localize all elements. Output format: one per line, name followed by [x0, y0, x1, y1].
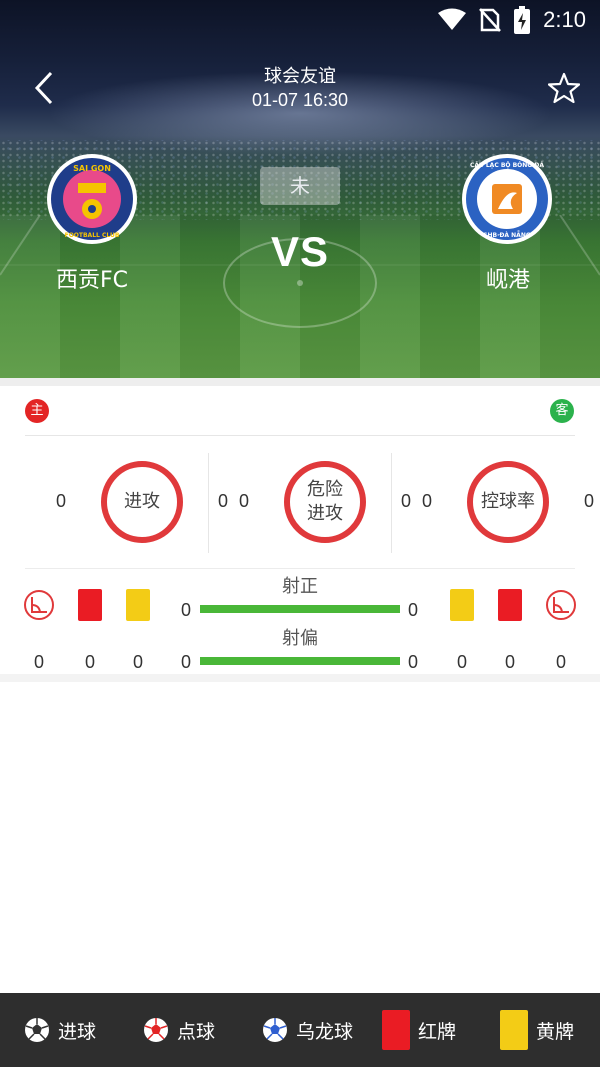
match-datetime: 01-07 16:30 [251, 90, 349, 110]
own-goal-ball-icon [263, 1018, 287, 1042]
stat-separator [208, 453, 209, 553]
legend-penalty: 点球 [143, 993, 215, 1067]
home-yellow-cards-count: 0 [132, 652, 143, 672]
red-card-icon [498, 589, 522, 621]
stat-ring: 危险 进攻 [284, 461, 366, 543]
stat-attack: 0 进攻 0 [50, 455, 234, 553]
match-state-badge: 未 [260, 167, 340, 205]
stat-label-line-2: 进攻 [307, 503, 343, 524]
section-divider [0, 674, 600, 682]
stat-ring: 进攻 [101, 461, 183, 543]
legend-yellow-card: 黄牌 [500, 993, 574, 1067]
home-tag: 主 [25, 399, 49, 423]
penalty-ball-icon [144, 1018, 168, 1042]
soccer-ball-icon [25, 1018, 49, 1042]
favorite-button[interactable] [542, 66, 586, 110]
away-team-name[interactable]: 岘港 [428, 262, 588, 294]
section-divider [0, 378, 600, 386]
stat-label-line-1: 危险 [307, 479, 343, 500]
wifi-icon [438, 8, 467, 30]
stat-home-value: 0 [55, 491, 66, 511]
competition-name: 球会友谊 [264, 66, 336, 87]
event-legend: 进球 点球 乌龙球 红牌 黄牌 [0, 993, 600, 1067]
stat-home-value: 0 [238, 491, 249, 511]
stat-home-value: 0 [421, 491, 432, 511]
stat-ring: 控球率 [467, 461, 549, 543]
red-card-icon [78, 589, 102, 621]
no-sim-icon [479, 8, 502, 32]
divider-line [25, 568, 575, 569]
shots-on-target-label: 射正 [282, 576, 318, 597]
clock: 2:10 [543, 7, 586, 32]
stat-label: 进攻 [124, 491, 160, 512]
match-header: 2:10 球会友谊 01-07 16:30 SAI GON FOOTBALL C… [0, 0, 600, 378]
shots-on-target-bar [200, 605, 400, 613]
legend-penalty-label: 点球 [177, 1020, 216, 1043]
away-corners-count: 0 [555, 652, 566, 672]
away-team-logo[interactable]: CÂU LẠC BỘ BÓNG ĐÁ SHB·ĐÀ NẴNG [461, 153, 553, 245]
shots-on-target-away: 0 [407, 600, 418, 620]
yellow-card-icon [500, 1010, 528, 1050]
corner-flag-icon [24, 590, 54, 620]
stat-away-value: 0 [583, 491, 594, 511]
shots-off-target-label: 射偏 [282, 628, 318, 649]
shots-off-target-away: 0 [407, 652, 418, 672]
away-red-cards-count: 0 [504, 652, 515, 672]
star-icon [548, 72, 580, 104]
stat-label: 控球率 [481, 491, 535, 512]
corner-flag-icon [546, 590, 576, 620]
shots-off-target-bar [200, 657, 400, 665]
battery-charging-icon [514, 6, 531, 34]
away-tag: 客 [550, 399, 574, 423]
divider-line [25, 435, 575, 436]
yellow-card-icon [450, 589, 474, 621]
shots-off-target-home: 0 [180, 652, 191, 672]
legend-red-card: 红牌 [382, 993, 456, 1067]
legend-own-goal: 乌龙球 [262, 993, 353, 1067]
home-logo-text-top: SAI GON [73, 164, 111, 173]
legend-red-card-label: 红牌 [418, 1020, 457, 1043]
legend-own-goal-label: 乌龙球 [296, 1020, 354, 1043]
stat-away-value: 0 [400, 491, 411, 511]
shots-on-target-home: 0 [180, 600, 191, 620]
legend-goal-label: 进球 [58, 1020, 97, 1043]
red-card-icon [382, 1010, 410, 1050]
status-bar: 2:10 [437, 6, 586, 34]
stat-separator [391, 453, 392, 553]
legend-goal: 进球 [24, 993, 96, 1067]
away-yellow-cards-count: 0 [456, 652, 467, 672]
yellow-card-icon [126, 589, 150, 621]
stat-possession: 0 控球率 0 [416, 455, 600, 553]
legend-yellow-card-label: 黄牌 [536, 1020, 575, 1043]
home-corners-count: 0 [33, 652, 44, 672]
stat-away-value: 0 [217, 491, 228, 511]
away-logo-text-bottom: SHB·ĐÀ NẴNG [483, 231, 531, 239]
home-red-cards-count: 0 [84, 652, 95, 672]
stat-dangerous-attack: 0 危险 进攻 0 [233, 455, 417, 553]
away-logo-text-top: CÂU LẠC BỘ BÓNG ĐÁ [470, 162, 544, 169]
